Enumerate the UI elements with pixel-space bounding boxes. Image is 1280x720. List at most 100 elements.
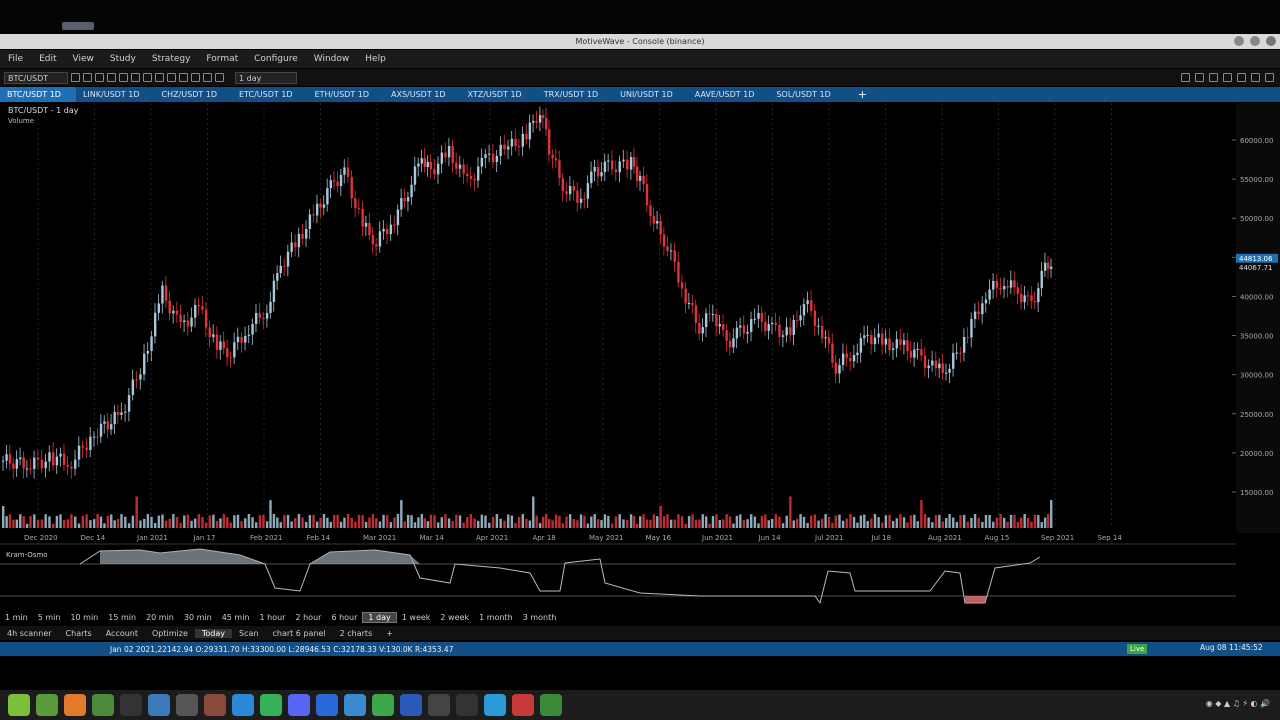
workspace-tab-4h-scanner[interactable]: 4h scanner <box>0 629 59 638</box>
menu-help[interactable]: Help <box>357 54 394 64</box>
whatsapp-icon[interactable] <box>260 694 282 716</box>
minimize-icon[interactable] <box>1234 36 1244 46</box>
search-icon[interactable] <box>71 73 80 82</box>
interval-30-min[interactable]: 30 min <box>179 613 217 622</box>
interval-20-min[interactable]: 20 min <box>141 613 179 622</box>
interval-3-month[interactable]: 3 month <box>518 613 562 622</box>
refresh-icon[interactable] <box>1223 73 1232 82</box>
layout-icon[interactable] <box>1237 73 1246 82</box>
settings-icon[interactable] <box>176 694 198 716</box>
magnifier-icon[interactable] <box>107 73 116 82</box>
interval-15-min[interactable]: 15 min <box>103 613 141 622</box>
candle-body <box>103 421 106 424</box>
menu-study[interactable]: Study <box>102 54 144 64</box>
chart-tab-6[interactable]: XTZ/USDT 1D <box>461 87 537 102</box>
list-icon[interactable] <box>95 73 104 82</box>
interval-2-hour[interactable]: 2 hour <box>290 613 326 622</box>
page-icon[interactable] <box>83 73 92 82</box>
candle-body <box>607 160 610 162</box>
chart-tab-4[interactable]: ETH/USDT 1D <box>308 87 384 102</box>
zoom-icon[interactable] <box>191 73 200 82</box>
menu-file[interactable]: File <box>0 54 31 64</box>
link-icon[interactable] <box>1265 73 1274 82</box>
volume-bar <box>565 516 568 528</box>
app2-icon[interactable] <box>456 694 478 716</box>
maximize-icon[interactable] <box>1250 36 1260 46</box>
window-title-bar[interactable]: MotiveWave - Console (binance) <box>0 34 1280 49</box>
workspace-tab-today[interactable]: Today <box>194 628 233 638</box>
app-icon[interactable] <box>204 694 226 716</box>
interval-45-min[interactable]: 45 min <box>217 613 255 622</box>
print-icon[interactable] <box>143 73 152 82</box>
files-icon[interactable] <box>36 694 58 716</box>
recorder-icon[interactable] <box>512 694 534 716</box>
workspace-tab-charts[interactable]: Charts <box>59 629 99 638</box>
chart-tab-1[interactable]: LINK/USDT 1D <box>76 87 155 102</box>
pen-icon[interactable] <box>1195 73 1204 82</box>
folder-icon[interactable] <box>119 73 128 82</box>
candle-body <box>770 322 774 325</box>
chart-tab-10[interactable]: SOL/USDT 1D <box>769 87 845 102</box>
symbol-selector[interactable]: BTC/USDT <box>4 71 68 84</box>
editor-icon[interactable] <box>316 694 338 716</box>
discord-icon[interactable] <box>288 694 310 716</box>
add-tab-button[interactable]: + <box>846 88 867 101</box>
drawing-icon[interactable] <box>215 73 224 82</box>
candle-body <box>931 360 934 366</box>
firefox-icon[interactable] <box>64 694 86 716</box>
menu-view[interactable]: View <box>65 54 102 64</box>
menu-strategy[interactable]: Strategy <box>144 54 199 64</box>
workspace-tab-+[interactable]: + <box>379 629 400 638</box>
interval-6-hour[interactable]: 6 hour <box>326 613 362 622</box>
chart-tab-9[interactable]: AAVE/USDT 1D <box>688 87 770 102</box>
candle-body <box>279 265 282 274</box>
interval-1-week[interactable]: 1 week <box>397 613 436 622</box>
grid-icon[interactable] <box>1209 73 1218 82</box>
price-chart[interactable]: 60000.0055000.0050000.0045000.0040000.00… <box>0 103 1280 610</box>
interval-10-min[interactable]: 10 min <box>65 613 103 622</box>
interval-selector[interactable]: 1 day <box>235 71 297 84</box>
chart-tab-8[interactable]: UNI/USDT 1D <box>613 87 688 102</box>
sheets-icon[interactable] <box>372 694 394 716</box>
workspace-tab-optimize[interactable]: Optimize <box>145 629 195 638</box>
close-icon[interactable] <box>1266 36 1276 46</box>
telegram-icon[interactable] <box>484 694 506 716</box>
chrome-icon[interactable] <box>540 694 562 716</box>
tool-icon[interactable] <box>1181 73 1190 82</box>
browser-icon[interactable] <box>232 694 254 716</box>
mail-icon[interactable] <box>400 694 422 716</box>
menu-configure[interactable]: Configure <box>246 54 306 64</box>
interval-1-min[interactable]: 1 min <box>0 613 33 622</box>
workspace-tab-2-charts[interactable]: 2 charts <box>333 629 380 638</box>
interval-5-min[interactable]: 5 min <box>33 613 66 622</box>
interval-1-hour[interactable]: 1 hour <box>255 613 291 622</box>
workspace-tab-scan[interactable]: Scan <box>232 629 265 638</box>
chart-tab-0[interactable]: BTC/USDT 1D <box>0 87 76 102</box>
candle-body <box>190 317 193 327</box>
chart-tab-2[interactable]: CHZ/USDT 1D <box>154 87 232 102</box>
cross-icon[interactable] <box>179 73 188 82</box>
terminal-icon[interactable] <box>120 694 142 716</box>
chart-tab-3[interactable]: ETC/USDT 1D <box>232 87 308 102</box>
cursor-icon[interactable] <box>203 73 212 82</box>
interval-2-week[interactable]: 2 week <box>435 613 474 622</box>
folder-icon[interactable] <box>92 694 114 716</box>
docs-icon[interactable] <box>344 694 366 716</box>
undo-icon[interactable] <box>155 73 164 82</box>
menu-window[interactable]: Window <box>306 54 358 64</box>
redo-icon[interactable] <box>167 73 176 82</box>
workspace-tab-account[interactable]: Account <box>99 629 145 638</box>
menu-edit[interactable]: Edit <box>31 54 64 64</box>
app-launcher-icon[interactable] <box>8 694 30 716</box>
chart-tab-5[interactable]: AXS/USDT 1D <box>384 87 461 102</box>
interval-1-day[interactable]: 1 day <box>362 612 397 623</box>
save-icon[interactable] <box>131 73 140 82</box>
settings-icon[interactable] <box>1251 73 1260 82</box>
menu-format[interactable]: Format <box>198 54 246 64</box>
chart-tab-7[interactable]: TRX/USDT 1D <box>537 87 613 102</box>
workspace-tab-chart-6-panel[interactable]: chart 6 panel <box>265 629 332 638</box>
motivewave-icon[interactable] <box>148 694 170 716</box>
volume-bar <box>406 514 410 528</box>
interval-1-month[interactable]: 1 month <box>474 613 518 622</box>
vpn-icon[interactable] <box>428 694 450 716</box>
